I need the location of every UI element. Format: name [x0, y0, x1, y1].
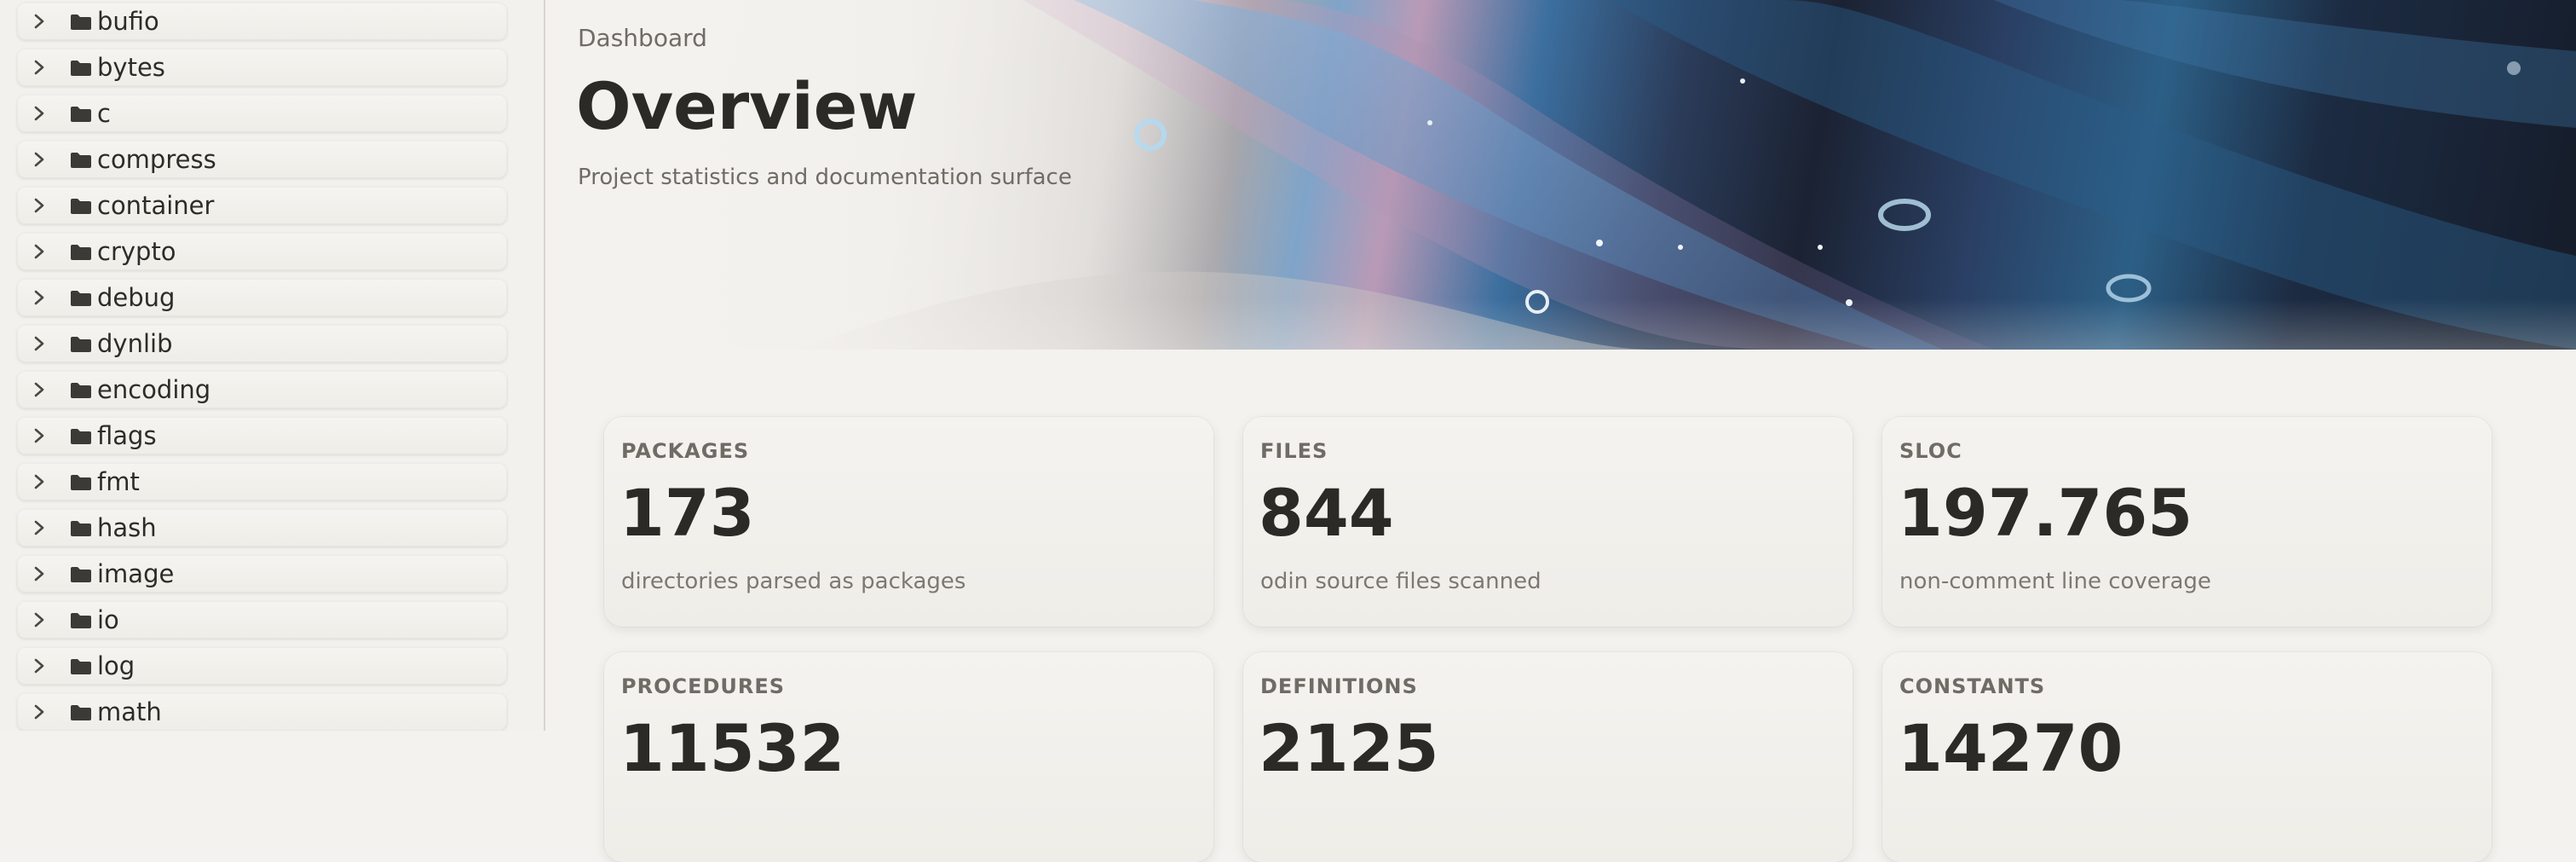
tree-item-label: fmt	[97, 467, 140, 496]
folder-icon	[71, 475, 91, 490]
tree-item-debug[interactable]: debug	[17, 279, 507, 316]
breadcrumb[interactable]: Dashboard	[578, 24, 707, 52]
tree-item-label: hash	[97, 513, 157, 542]
stat-label: SLOC	[1899, 439, 1962, 463]
stat-label: CONSTANTS	[1899, 674, 2046, 698]
stat-value: 173	[620, 475, 755, 551]
chevron-right-icon[interactable]	[31, 703, 48, 720]
tree-item-bytes[interactable]: bytes	[17, 49, 507, 86]
tree-item-log[interactable]: log	[17, 647, 507, 685]
tree-item-label: debug	[97, 283, 176, 312]
tree-item-label: flags	[97, 421, 157, 450]
chevron-right-icon[interactable]	[31, 473, 48, 490]
stat-description: directories parsed as packages	[621, 569, 966, 594]
folder-icon	[71, 291, 91, 306]
folder-icon	[71, 521, 91, 536]
tree-item-encoding[interactable]: encoding	[17, 371, 507, 408]
stat-label: FILES	[1260, 439, 1328, 463]
chevron-right-icon[interactable]	[31, 13, 48, 30]
tree-item-bufio[interactable]: bufio	[17, 3, 507, 40]
folder-icon	[71, 705, 91, 720]
stat-card-constants: CONSTANTS 14270	[1882, 652, 2492, 862]
folder-icon	[71, 567, 91, 582]
stat-card-procedures: PROCEDURES 11532	[604, 652, 1213, 862]
stat-card-packages: PACKAGES 173 directories parsed as packa…	[604, 417, 1213, 627]
tree-item-label: encoding	[97, 375, 211, 404]
folder-icon	[71, 199, 91, 214]
chevron-right-icon[interactable]	[31, 289, 48, 306]
tree-item-label: dynlib	[97, 329, 173, 358]
tree-item-hash[interactable]: hash	[17, 509, 507, 547]
tree-item-container[interactable]: container	[17, 187, 507, 224]
tree-item-flags[interactable]: flags	[17, 417, 507, 454]
tree-item-math[interactable]: math	[17, 693, 507, 731]
stat-value: 11532	[620, 710, 845, 786]
tree-item-label: crypto	[97, 237, 176, 266]
folder-icon	[71, 107, 91, 122]
tree-item-fmt[interactable]: fmt	[17, 463, 507, 500]
chevron-right-icon[interactable]	[31, 427, 48, 444]
chevron-right-icon[interactable]	[31, 105, 48, 122]
tree-item-label: bufio	[97, 7, 159, 36]
tree-item-dynlib[interactable]: dynlib	[17, 325, 507, 362]
chevron-right-icon[interactable]	[31, 611, 48, 628]
folder-icon	[71, 153, 91, 168]
tree-item-label: math	[97, 697, 162, 726]
chevron-right-icon[interactable]	[31, 381, 48, 398]
chevron-right-icon[interactable]	[31, 657, 48, 674]
tree-item-label: bytes	[97, 53, 165, 82]
tree-item-label: container	[97, 191, 215, 220]
stat-label: DEFINITIONS	[1260, 674, 1418, 698]
folder-icon	[71, 337, 91, 352]
tree-item-image[interactable]: image	[17, 555, 507, 593]
stat-description: odin source files scanned	[1260, 569, 1542, 594]
chevron-right-icon[interactable]	[31, 197, 48, 214]
hero-banner: Dashboard Overview Project statistics an…	[545, 0, 2576, 350]
folder-icon	[71, 245, 91, 260]
folder-icon	[71, 383, 91, 398]
tree-item-label: c	[97, 99, 111, 128]
stat-value: 844	[1259, 475, 1394, 551]
sidebar: bufio bytes c compress container crypto debug d…	[0, 0, 545, 731]
folder-icon	[71, 14, 91, 30]
stat-value: 197.765	[1898, 475, 2193, 551]
tree-item-crypto[interactable]: crypto	[17, 233, 507, 270]
page-subtitle: Project statistics and documentation sur…	[578, 165, 1072, 190]
chevron-right-icon[interactable]	[31, 565, 48, 582]
chevron-right-icon[interactable]	[31, 243, 48, 260]
folder-icon	[71, 659, 91, 674]
stat-card-files: FILES 844 odin source files scanned	[1243, 417, 1853, 627]
page-title: Overview	[576, 68, 918, 144]
tree-item-label: log	[97, 651, 135, 680]
stat-value: 14270	[1898, 710, 2124, 786]
stat-description: non-comment line coverage	[1899, 569, 2211, 594]
chevron-right-icon[interactable]	[31, 519, 48, 536]
tree-item-c[interactable]: c	[17, 95, 507, 132]
folder-icon	[71, 61, 91, 76]
stat-label: PROCEDURES	[621, 674, 786, 698]
folder-icon	[71, 613, 91, 628]
tree-item-label: io	[97, 605, 119, 634]
stat-card-sloc: SLOC 197.765 non-comment line coverage	[1882, 417, 2492, 627]
stat-value: 2125	[1259, 710, 1439, 786]
chevron-right-icon[interactable]	[31, 151, 48, 168]
folder-icon	[71, 429, 91, 444]
stat-label: PACKAGES	[621, 439, 750, 463]
chevron-right-icon[interactable]	[31, 59, 48, 76]
tree-item-compress[interactable]: compress	[17, 141, 507, 178]
tree-item-io[interactable]: io	[17, 601, 507, 639]
tree-item-label: image	[97, 559, 175, 588]
chevron-right-icon[interactable]	[31, 335, 48, 352]
tree-item-label: compress	[97, 145, 216, 174]
stat-card-definitions: DEFINITIONS 2125	[1243, 652, 1853, 862]
